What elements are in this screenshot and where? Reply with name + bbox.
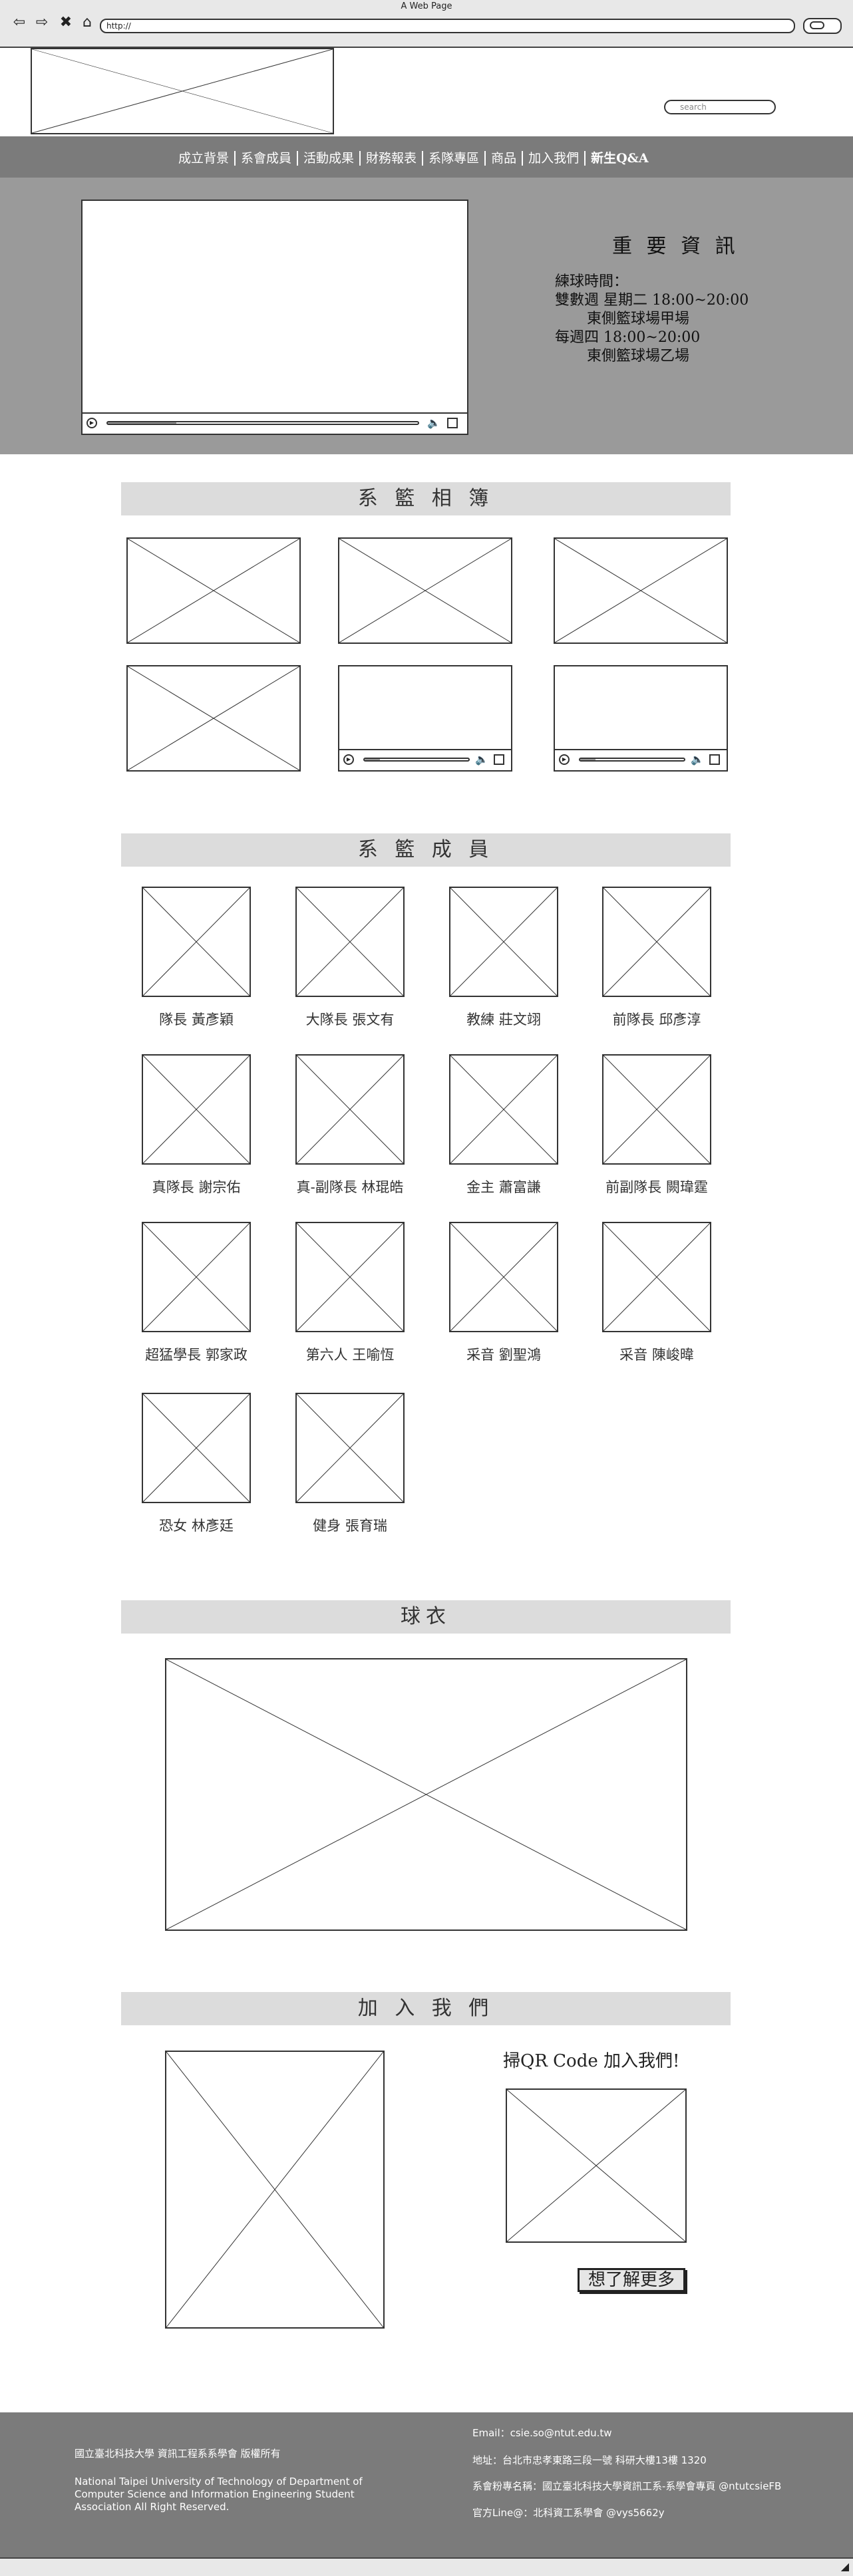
info-line: 練球時間：	[555, 273, 629, 290]
footer-address: 地址：台北市忠孝東路三段一號 科研大樓13樓 1320	[472, 2454, 707, 2466]
footer-copyright-zh: 國立臺北科技大學 資訊工程系系學會 版權所有	[75, 2448, 281, 2460]
member-photo	[142, 887, 251, 997]
member-name: 真-副隊長 林琨皓	[296, 1179, 404, 1195]
nav-item-members[interactable]: 系會成員	[236, 151, 299, 166]
close-icon[interactable]: ✖	[57, 15, 75, 31]
logo-image	[31, 48, 334, 134]
fullscreen-icon[interactable]	[709, 754, 720, 765]
album-video[interactable]: ▶ 🔈	[554, 665, 728, 772]
member-name: 教練 莊文翊	[466, 1012, 541, 1028]
qr-code-image	[506, 2088, 687, 2243]
album-image[interactable]	[126, 665, 301, 772]
album-image[interactable]	[338, 537, 512, 644]
search-icon	[810, 21, 824, 29]
member-photo	[602, 887, 711, 997]
join-title: 加 入 我 們	[121, 1992, 731, 2025]
member-name: 恐女 林彥廷	[159, 1518, 234, 1534]
window-title: A Web Page	[401, 1, 452, 11]
member-name: 真隊長 謝宗佑	[152, 1179, 241, 1195]
url-input[interactable]: http://	[100, 19, 795, 33]
nav-item-finance[interactable]: 財務報表	[361, 151, 424, 166]
member-name: 前隊長 邱彥淳	[612, 1012, 701, 1028]
member-name: 采音 劉聖鴻	[466, 1347, 541, 1363]
browser-toolbar: A Web Page ⇦ ⇨ ✖ ⌂ http://	[0, 0, 853, 48]
video-controls: ▶ 🔈	[555, 749, 727, 770]
resize-handle-icon[interactable]: ◢	[841, 2560, 849, 2573]
member-name: 第六人 王喻恆	[305, 1347, 395, 1363]
info-body: 練球時間： 雙數週 星期二 18:00~20:00 東側籃球場甲場 每週四 18…	[555, 273, 749, 366]
member-photo	[602, 1054, 711, 1165]
member-photo	[295, 887, 405, 997]
nav-item-join[interactable]: 加入我們	[523, 151, 586, 166]
footer-copyright-en: National Taipei University of Technology…	[75, 2476, 363, 2513]
member-name: 健身 張育瑞	[313, 1518, 387, 1534]
member-name: 金主 蕭富謙	[466, 1179, 541, 1195]
fullscreen-icon[interactable]	[494, 754, 504, 765]
volume-icon[interactable]: 🔈	[691, 754, 704, 766]
member-name: 超猛學長 郭家政	[145, 1347, 248, 1363]
volume-icon[interactable]: 🔈	[427, 417, 440, 429]
video-controls: ▶ 🔈	[339, 749, 511, 770]
video-progress-fill	[580, 759, 596, 760]
album-video[interactable]: ▶ 🔈	[338, 665, 512, 772]
nav-item-activities[interactable]: 活動成果	[298, 151, 361, 166]
qr-caption: 掃QR Code 加入我們!	[503, 2051, 680, 2071]
video-controls: ▶ 🔈	[83, 412, 467, 434]
footer-email[interactable]: Email：csie.so@ntut.edu.tw	[472, 2427, 832, 2440]
refresh-icon[interactable]: ⌂	[79, 15, 96, 31]
join-poster-image	[165, 2051, 385, 2329]
member-photo	[295, 1054, 405, 1165]
nav-item-teams[interactable]: 系隊專區	[423, 151, 486, 166]
jersey-image	[165, 1658, 687, 1931]
info-title: 重 要 資 訊	[612, 235, 739, 258]
fullscreen-icon[interactable]	[447, 418, 458, 428]
member-photo	[602, 1222, 711, 1332]
member-photo	[295, 1222, 405, 1332]
member-photo	[142, 1393, 251, 1503]
member-name: 前副隊長 闕瑋霆	[605, 1179, 708, 1195]
nav-item-products[interactable]: 商品	[486, 151, 524, 166]
video-progress-fill	[108, 422, 176, 424]
jersey-title: 球衣	[121, 1600, 731, 1634]
info-line: 每週四 18:00~20:00	[555, 329, 701, 346]
member-photo	[449, 887, 558, 997]
footer-fanpage[interactable]: 系會粉專名稱：國立臺北科技大學資訊工系-系學會專頁 @ntutcsieFB	[472, 2480, 845, 2493]
search-input[interactable]: search	[664, 100, 776, 114]
browser-search-button[interactable]	[803, 18, 842, 34]
play-icon[interactable]: ▶	[343, 754, 354, 765]
member-name: 大隊長 張文有	[305, 1012, 395, 1028]
nav-item-background[interactable]: 成立背景	[173, 151, 236, 166]
info-line: 東側籃球場甲場	[587, 311, 690, 327]
member-photo	[449, 1222, 558, 1332]
member-photo	[449, 1054, 558, 1165]
member-name: 隊長 黃彥穎	[159, 1012, 234, 1028]
info-line: 雙數週 星期二 18:00~20:00	[555, 292, 749, 309]
album-title: 系 籃 相 簿	[121, 482, 731, 515]
album-image[interactable]	[126, 537, 301, 644]
video-progress-fill	[365, 759, 381, 760]
nav-menu: 成立背景 系會成員 活動成果 財務報表 系隊專區 商品 加入我們 新生Q&A	[173, 150, 654, 167]
browser-status-bar: ◢	[0, 2557, 853, 2576]
back-arrow-icon[interactable]: ⇦	[11, 15, 28, 31]
main-nav: 成立背景 系會成員 活動成果 財務報表 系隊專區 商品 加入我們 新生Q&A	[0, 136, 853, 178]
play-icon[interactable]: ▶	[86, 418, 97, 428]
member-photo	[142, 1054, 251, 1165]
members-title: 系 籃 成 員	[121, 833, 731, 867]
member-name: 采音 陳峻暐	[619, 1347, 694, 1363]
nav-item-faq[interactable]: 新生Q&A	[586, 151, 653, 166]
video-progress[interactable]	[579, 758, 685, 762]
volume-icon[interactable]: 🔈	[475, 754, 488, 766]
member-photo	[295, 1393, 405, 1503]
member-photo	[142, 1222, 251, 1332]
video-player[interactable]: ▶ 🔈	[81, 200, 468, 435]
forward-arrow-icon[interactable]: ⇨	[33, 15, 51, 31]
video-progress[interactable]	[106, 421, 419, 425]
video-progress[interactable]	[363, 758, 470, 762]
album-image[interactable]	[554, 537, 728, 644]
play-icon[interactable]: ▶	[559, 754, 570, 765]
footer-line[interactable]: 官方Line@：北科資工系學會 @vys5662y	[472, 2507, 832, 2519]
footer: 國立臺北科技大學 資訊工程系系學會 版權所有 National Taipei U…	[0, 2412, 853, 2557]
learn-more-button[interactable]: 想了解更多	[578, 2268, 685, 2292]
info-line: 東側籃球場乙場	[587, 348, 690, 364]
